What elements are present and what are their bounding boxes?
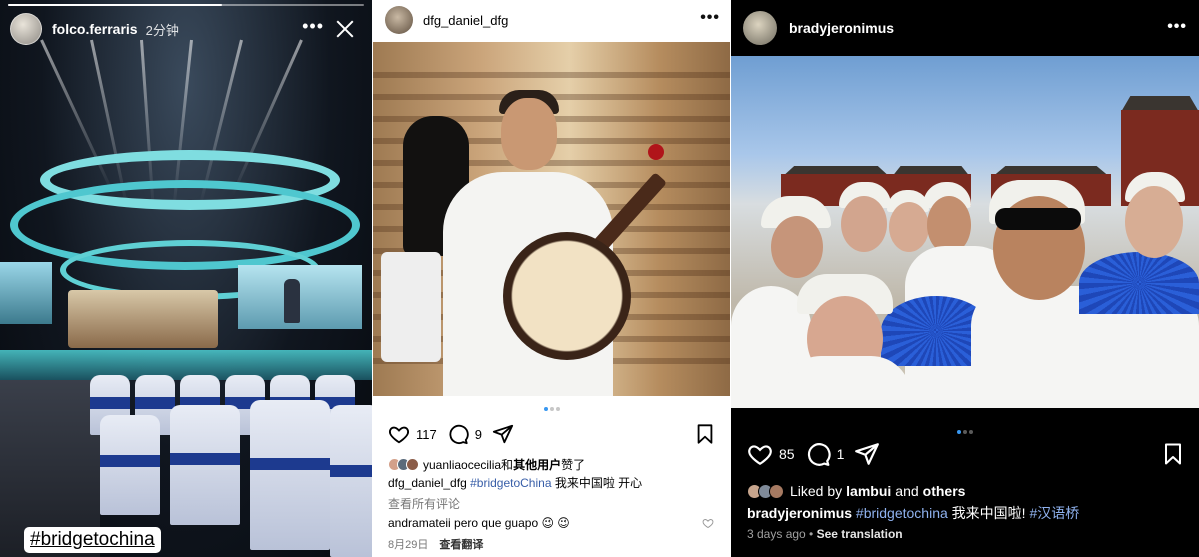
- comment-count[interactable]: 9: [475, 427, 482, 442]
- carousel-indicator: [731, 421, 1199, 439]
- post-date: 8月29日: [388, 539, 429, 551]
- liked-by-others[interactable]: others: [923, 483, 966, 499]
- liked-by-join: 和: [501, 458, 514, 472]
- story-panel[interactable]: folco.ferraris 2分钟 ••• #bridgetochina: [0, 0, 372, 557]
- liked-by-suffix: 赞了: [561, 458, 586, 472]
- liked-by-others[interactable]: 其他用户: [513, 456, 561, 473]
- caption: bradyjeronimus #bridgetochina 我来中国啦! #汉语…: [747, 503, 1079, 523]
- caption-hashtag[interactable]: #bridgetochina: [856, 505, 948, 521]
- meta-separator: •: [805, 527, 817, 541]
- bookmark-icon[interactable]: [1161, 442, 1185, 466]
- liked-by-prefix: Liked by: [790, 483, 843, 499]
- post-header: dfg_daniel_dfg •••: [385, 5, 720, 35]
- more-horizontal-icon[interactable]: •••: [700, 9, 720, 27]
- story-header: folco.ferraris 2分钟 •••: [10, 12, 362, 46]
- post-photo[interactable]: [373, 42, 730, 396]
- see-translation[interactable]: 查看翻译: [439, 539, 483, 551]
- share-icon[interactable]: [854, 441, 880, 467]
- hashtag-sticker[interactable]: #bridgetochina: [24, 527, 161, 553]
- liked-by-join: and: [895, 483, 919, 499]
- post-actions: 117 9: [388, 422, 716, 446]
- caption-hashtag[interactable]: #bridgetoChina: [470, 476, 551, 490]
- caption: dfg_daniel_dfg #bridgetoChina 我来中国啦 开心: [388, 474, 642, 491]
- more-horizontal-icon[interactable]: •••: [1167, 18, 1187, 36]
- comment-icon[interactable]: [805, 441, 831, 467]
- post-dark: bradyjeronimus ••• 85 1 Liked by lambui …: [731, 0, 1199, 557]
- liked-by[interactable]: yuanliaocecilia 和 其他用户 赞了: [388, 456, 585, 473]
- story-username[interactable]: folco.ferraris: [52, 21, 138, 37]
- caption-username[interactable]: bradyjeronimus: [747, 505, 852, 521]
- liked-by-user[interactable]: lambui: [846, 483, 891, 499]
- comment-icon[interactable]: [447, 423, 469, 445]
- heart-icon[interactable]: [388, 423, 410, 445]
- post-username[interactable]: bradyjeronimus: [789, 20, 894, 36]
- share-icon[interactable]: [492, 423, 514, 445]
- caption-text: 我来中国啦!: [947, 505, 1026, 521]
- post-time: 3 days ago: [747, 527, 806, 541]
- liked-by-user[interactable]: yuanliaocecilia: [423, 458, 501, 472]
- view-all-comments[interactable]: 查看所有评论: [388, 495, 460, 512]
- story-progress-bar: [8, 4, 364, 6]
- caption-username[interactable]: dfg_daniel_dfg: [388, 476, 467, 490]
- post-meta: 3 days ago • See translation: [747, 527, 903, 541]
- comment-row: andramateii pero que guapo 😉 😉: [388, 516, 716, 530]
- carousel-indicator: [373, 404, 730, 413]
- post-photo[interactable]: [731, 56, 1199, 408]
- story-time: 2分钟: [145, 22, 179, 38]
- caption-hashtag-2[interactable]: #汉语桥: [1026, 505, 1079, 521]
- heart-icon[interactable]: [747, 441, 773, 467]
- bookmark-icon[interactable]: [694, 423, 716, 445]
- like-count[interactable]: 85: [779, 446, 795, 462]
- caption-text: 我来中国啦 开心: [551, 476, 643, 490]
- avatar[interactable]: [743, 11, 777, 45]
- comment-text: pero que guapo 😉 😉: [450, 516, 570, 530]
- post-light: dfg_daniel_dfg ••• 117 9 yuanliaocecilia…: [373, 0, 730, 557]
- close-icon[interactable]: [334, 18, 356, 40]
- post-meta: 8月29日 查看翻译: [388, 536, 483, 552]
- liked-by[interactable]: Liked by lambui and others: [747, 483, 969, 499]
- more-horizontal-icon[interactable]: •••: [302, 16, 324, 37]
- see-translation[interactable]: See translation: [817, 527, 903, 541]
- comment-username[interactable]: andramateii: [388, 516, 451, 530]
- avatar[interactable]: [385, 6, 413, 34]
- post-header: bradyjeronimus •••: [743, 10, 1189, 46]
- post-username[interactable]: dfg_daniel_dfg: [423, 13, 508, 28]
- comment-heart-icon[interactable]: [702, 517, 714, 532]
- like-count[interactable]: 117: [416, 427, 437, 442]
- post-actions: 85 1: [747, 441, 1185, 467]
- comment-count[interactable]: 1: [837, 446, 845, 462]
- avatar[interactable]: [10, 13, 42, 45]
